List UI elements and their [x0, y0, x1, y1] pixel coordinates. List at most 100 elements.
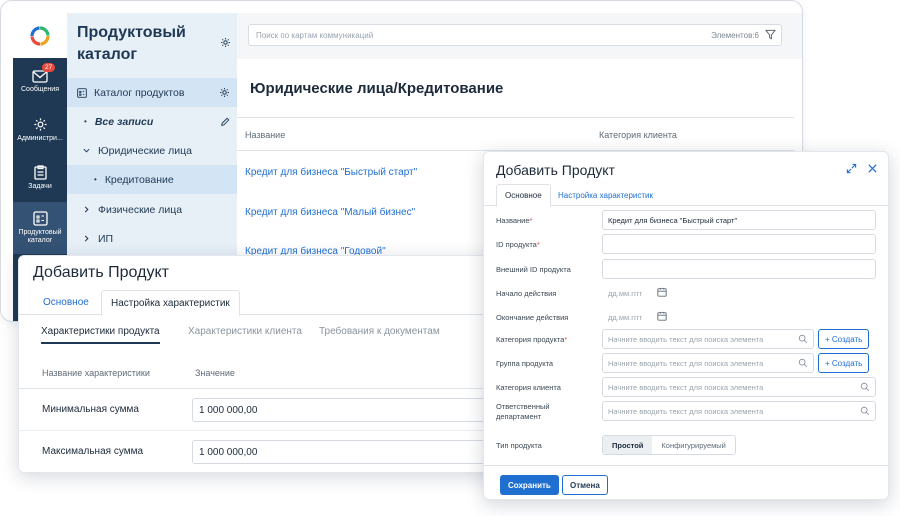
items-count: Элементов:6: [711, 31, 759, 40]
rail-label: Сообщения: [21, 85, 59, 93]
dialog-subtabs: Характеристики продукта Характеристики к…: [33, 322, 493, 347]
catalog-title: Продуктовый каталог: [77, 24, 186, 63]
catalog-item-legal[interactable]: Юридические лица: [67, 136, 237, 165]
catalog-item-label: Юридические лица: [98, 144, 192, 157]
table-row: Минимальная сумма 1 000 000,00: [19, 390, 505, 431]
bullet-icon: •: [94, 175, 97, 184]
rail-label: Продуктовый каталог: [18, 228, 62, 244]
column-header-param-name: Название характеристики: [42, 368, 150, 378]
catalog-item-label: ИП: [98, 232, 114, 245]
search-icon: [860, 382, 870, 392]
subtab-document-requirements[interactable]: Требования к документам: [319, 326, 440, 337]
field-label: Группа продукта: [496, 359, 554, 368]
column-header-name[interactable]: Название: [245, 130, 285, 140]
catalog-icon: [32, 211, 48, 226]
rail-item-messages[interactable]: 27 Сообщения: [13, 58, 67, 106]
filter-icon[interactable]: [765, 29, 776, 40]
product-name-input[interactable]: Кредит для бизнеса "Быстрый старт": [602, 210, 876, 230]
field-label: ID продукта*: [496, 240, 540, 249]
type-option-configurable[interactable]: Конфигурируемый: [652, 436, 734, 454]
rail-item-tasks[interactable]: Задачи: [13, 154, 67, 202]
calendar-icon[interactable]: [657, 287, 667, 297]
chevron-right-icon: [84, 235, 89, 242]
add-product-dialog-main: Добавить Продукт Основное Настройка хара…: [483, 151, 889, 500]
messages-badge: 27: [42, 63, 56, 72]
dialog-controls: [846, 163, 878, 174]
field-label: Ответственный департамент: [496, 402, 550, 422]
rail-item-catalog[interactable]: Продуктовый каталог: [13, 202, 67, 254]
product-category-input[interactable]: Начните вводить текст для поиска элемент…: [602, 329, 814, 349]
page-title: Юридические лица/Кредитование: [250, 80, 504, 97]
tab-main[interactable]: Основное: [496, 184, 551, 207]
tab-main[interactable]: Основное: [34, 290, 98, 315]
app-logo[interactable]: [13, 13, 67, 58]
param-value-input[interactable]: 1 000 000,00: [192, 398, 502, 422]
catalog-item-all[interactable]: • Все записи: [67, 107, 237, 136]
catalog-item-label: Все записи: [94, 115, 154, 128]
subtab-product-characteristics[interactable]: Характеристики продукта: [41, 326, 160, 344]
param-value-input[interactable]: 1 000 000,00: [192, 440, 502, 464]
search-placeholder: Поиск по картам коммуникаций: [256, 30, 374, 40]
table-row-link[interactable]: Кредит для бизнеса "Быстрый старт": [245, 167, 417, 178]
table-header: Название Категория клиента: [237, 117, 794, 151]
dialog-title: Добавить Продукт: [496, 162, 615, 178]
field-label: Окончание действия: [496, 313, 569, 322]
column-header-category[interactable]: Категория клиента: [599, 130, 677, 140]
product-id-input[interactable]: [602, 234, 876, 254]
tab-characteristics[interactable]: Настройка характеристик: [550, 184, 661, 206]
external-id-input[interactable]: [602, 259, 876, 279]
create-category-button[interactable]: + Создать: [818, 329, 870, 349]
add-product-dialog-characteristics: Добавить Продукт Основное Настройка хара…: [18, 255, 506, 473]
table-row: Максимальная сумма 1 000 000,00: [19, 432, 505, 472]
column-header-value: Значение: [195, 368, 235, 378]
catalog-item-ip[interactable]: ИП: [67, 224, 237, 253]
search-icon: [798, 334, 808, 344]
catalog-item-products[interactable]: Каталог продуктов: [67, 78, 237, 107]
dialog-tabs: Основное Настройка характеристик: [484, 184, 888, 207]
param-name: Минимальная сумма: [42, 404, 139, 415]
catalog-item-individuals[interactable]: Физические лица: [67, 195, 237, 224]
params-table-header: Название характеристики Значение: [19, 356, 505, 389]
field-label: Название*: [496, 216, 533, 225]
pencil-icon[interactable]: [220, 117, 230, 127]
create-group-button[interactable]: + Создать: [818, 353, 870, 373]
close-icon[interactable]: [867, 163, 878, 174]
search-input[interactable]: Поиск по картам коммуникаций Элементов:6: [248, 24, 782, 46]
tab-characteristics[interactable]: Настройка характеристик: [101, 290, 240, 316]
clipboard-icon: [33, 165, 47, 180]
param-name: Максимальная сумма: [42, 446, 144, 457]
dialog-tabs: Основное Настройка характеристик: [19, 290, 505, 316]
client-category-input[interactable]: Начните вводить текст для поиска элемент…: [602, 377, 876, 397]
content-toolbar: Поиск по картам коммуникаций Элементов:6: [237, 13, 802, 59]
dialog-title: Добавить Продукт: [33, 264, 169, 281]
product-type-toggle: Простой Конфигурируемый: [602, 435, 736, 455]
table-row-link[interactable]: Кредит для бизнеса "Малый бизнес": [245, 207, 415, 218]
catalog-item-lending[interactable]: • Кредитование: [67, 165, 237, 194]
cancel-button[interactable]: Отмена: [562, 475, 608, 495]
calendar-icon[interactable]: [657, 311, 667, 321]
catalog-item-label: Кредитование: [104, 173, 174, 186]
screen: 27 Сообщения Администри... Задачи Продук…: [0, 0, 900, 516]
rail-item-admin[interactable]: Администри...: [13, 106, 67, 154]
search-icon: [860, 406, 870, 416]
gear-icon: [33, 118, 47, 131]
gear-icon[interactable]: [220, 37, 231, 48]
bullet-icon: •: [84, 117, 87, 126]
catalog-item-label: Физические лица: [98, 203, 183, 216]
catalog-item-label: Каталог продуктов: [94, 86, 185, 99]
chevron-right-icon: [84, 206, 89, 213]
end-date-input[interactable]: дд.мм.гггг: [602, 307, 667, 327]
type-option-simple[interactable]: Простой: [603, 436, 653, 454]
field-label: Категория продукта*: [496, 335, 568, 344]
logo-icon: [30, 25, 50, 46]
gear-icon[interactable]: [219, 87, 230, 98]
subtab-client-characteristics[interactable]: Характеристики клиента: [188, 326, 302, 337]
field-label: Категория клиента: [496, 383, 561, 392]
save-button[interactable]: Сохранить: [500, 475, 559, 495]
rail-label: Администри...: [17, 134, 63, 142]
department-input[interactable]: Начните вводить текст для поиска элемент…: [602, 401, 876, 421]
chevron-down-icon: [83, 148, 90, 153]
start-date-input[interactable]: дд.мм.гггг: [602, 283, 667, 303]
product-group-input[interactable]: Начните вводить текст для поиска элемент…: [602, 353, 814, 373]
expand-icon[interactable]: [846, 163, 857, 174]
